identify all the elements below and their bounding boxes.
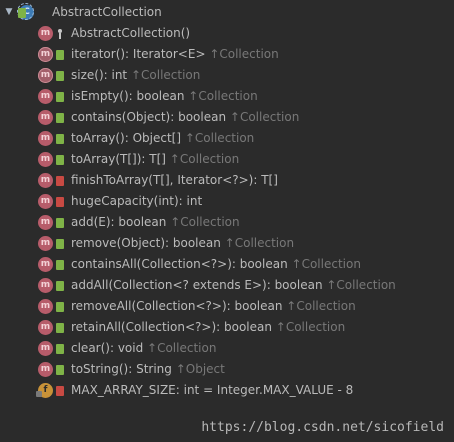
member-label: iterator(): Iterator<E> ↑Collection [71, 44, 279, 65]
member-label: containsAll(Collection<?>): boolean ↑Col… [71, 254, 361, 275]
inherited-from-label: ↑Collection [181, 131, 255, 145]
member-label: removeAll(Collection<?>): boolean ↑Colle… [71, 296, 356, 317]
public-visibility-icon [56, 113, 64, 123]
package-visibility-icon [56, 29, 64, 39]
member-signature: isEmpty(): boolean [71, 89, 185, 103]
public-visibility-icon [56, 134, 64, 144]
public-visibility-icon [56, 365, 64, 375]
member-signature: AbstractCollection() [71, 26, 191, 40]
member-label: AbstractCollection() [71, 23, 190, 44]
abstract-method-icon: m [38, 68, 53, 83]
public-visibility-icon [56, 302, 64, 312]
method-icon: m [38, 173, 53, 188]
member-signature: removeAll(Collection<?>): boolean [71, 299, 283, 313]
public-visibility-icon [56, 344, 64, 354]
member-signature: add(E): boolean [71, 215, 167, 229]
member-signature: hugeCapacity(int): int [71, 194, 203, 208]
member-label: finishToArray(T[], Iterator<?>): T[] [71, 170, 278, 191]
inherited-from-label: ↑Collection [127, 68, 201, 82]
member-signature: size(): int [71, 68, 128, 82]
public-visibility-icon [18, 8, 26, 18]
member-label: size(): int ↑Collection [71, 65, 200, 86]
inherited-from-label: ↑Collection [165, 152, 240, 166]
member-signature: clear(): void [71, 341, 144, 355]
public-visibility-icon [56, 50, 64, 60]
member-label: toString(): String ↑Object [71, 359, 225, 380]
method-icon: m [38, 341, 53, 356]
class-name: AbstractCollection [52, 5, 162, 19]
member-signature: toString(): String [71, 362, 172, 376]
public-visibility-icon [56, 281, 64, 291]
member-label: contains(Object): boolean ↑Collection [71, 107, 299, 128]
public-visibility-icon [56, 155, 64, 165]
method-icon: m [38, 299, 53, 314]
member-label: toArray(T[]): T[] ↑Collection [71, 149, 239, 170]
member-label: remove(Object): boolean ↑Collection [71, 233, 294, 254]
method-icon: m [38, 110, 53, 125]
inherited-from-label: ↑Collection [226, 110, 300, 124]
member-label: retainAll(Collection<?>): boolean ↑Colle… [71, 317, 345, 338]
method-icon: m [38, 152, 53, 167]
member-label: isEmpty(): boolean ↑Collection [71, 86, 258, 107]
inherited-from-label: ↑Collection [271, 320, 346, 334]
member-signature: finishToArray(T[], Iterator<?>): T[] [71, 173, 278, 187]
method-icon: m [38, 320, 53, 335]
public-visibility-icon [56, 92, 64, 102]
method-icon: m [38, 215, 53, 230]
inherited-from-label: ↑Collection [166, 215, 240, 229]
triangle-down-icon[interactable]: ▼ [3, 2, 15, 23]
method-icon: m [38, 278, 53, 293]
abstract-method-icon: m [38, 47, 53, 62]
public-visibility-icon [56, 218, 64, 228]
inherited-from-label: ↑Collection [287, 257, 361, 271]
member-label: clear(): void ↑Collection [71, 338, 216, 359]
public-visibility-icon [56, 323, 64, 333]
member-label: hugeCapacity(int): int [71, 191, 202, 212]
member-signature: containsAll(Collection<?>): boolean [71, 257, 288, 271]
member-signature: MAX_ARRAY_SIZE: int = Integer.MAX_VALUE … [71, 383, 354, 397]
method-icon: m [38, 89, 53, 104]
final-marker-icon [36, 391, 42, 397]
method-icon: m [38, 362, 53, 377]
inherited-from-label: ↑Collection [143, 341, 217, 355]
method-icon: m [38, 26, 53, 41]
method-icon: m [38, 236, 53, 251]
member-signature: iterator(): Iterator<E> [71, 47, 206, 61]
inherited-from-label: ↑Collection [220, 236, 295, 250]
watermark-text: https://blog.csdn.net/sicofield [201, 420, 444, 435]
public-visibility-icon [56, 71, 64, 81]
private-visibility-icon [56, 176, 64, 186]
inherited-from-label: ↑Collection [184, 89, 258, 103]
method-icon: m [38, 131, 53, 146]
member-signature: remove(Object): boolean [71, 236, 221, 250]
inherited-from-label: ↑Object [171, 362, 225, 376]
inherited-from-label: ↑Collection [205, 47, 279, 61]
structure-panel: ▼ C AbstractCollection m AbstractCollecti… [0, 0, 454, 442]
member-signature: contains(Object): boolean [71, 110, 227, 124]
method-icon: m [38, 194, 53, 209]
private-visibility-icon [56, 197, 64, 207]
member-label: MAX_ARRAY_SIZE: int = Integer.MAX_VALUE … [71, 380, 353, 401]
member-signature: addAll(Collection<? extends E>): boolean [71, 278, 323, 292]
member-label: addAll(Collection<? extends E>): boolean… [71, 275, 396, 296]
member-signature: toArray(T[]): T[] [71, 152, 166, 166]
inherited-from-label: ↑Collection [282, 299, 356, 313]
member-signature: retainAll(Collection<?>): boolean [71, 320, 272, 334]
inherited-from-label: ↑Collection [322, 278, 396, 292]
method-icon: m [38, 257, 53, 272]
member-label: add(E): boolean ↑Collection [71, 212, 240, 233]
member-signature: toArray(): Object[] [71, 131, 182, 145]
public-visibility-icon [56, 239, 64, 249]
private-visibility-icon [56, 386, 64, 396]
member-label: toArray(): Object[] ↑Collection [71, 128, 254, 149]
public-visibility-icon [56, 260, 64, 270]
